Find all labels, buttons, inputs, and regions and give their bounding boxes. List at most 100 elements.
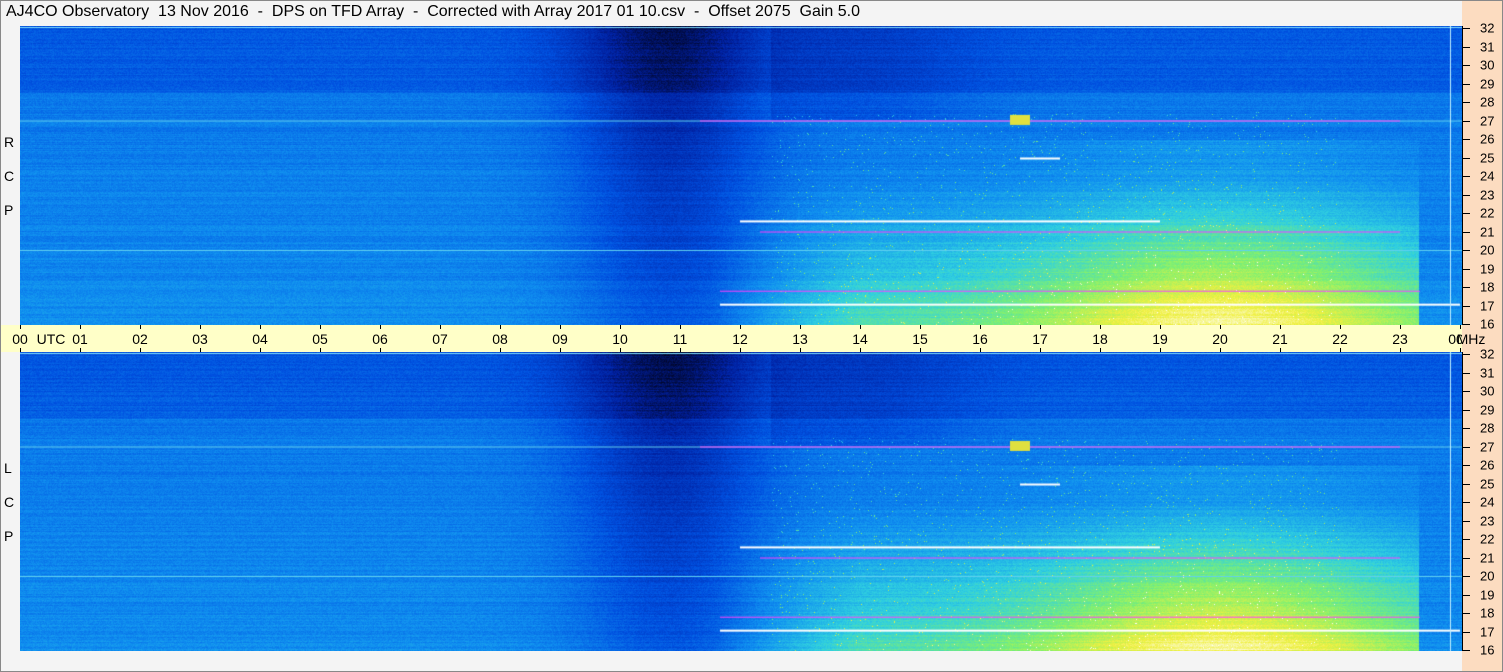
time-tick (1400, 325, 1401, 329)
time-tick (380, 348, 381, 352)
time-tick (260, 348, 261, 352)
frequency-tick-label: 21 (1480, 224, 1495, 239)
frequency-tick (1462, 428, 1470, 429)
time-tick (1280, 348, 1281, 352)
frequency-tick-label: 29 (1480, 76, 1495, 91)
label-letter: L (4, 460, 12, 476)
time-tick (500, 348, 501, 352)
frequency-tick-label: 25 (1480, 476, 1495, 491)
time-tick-label: 21 (1272, 331, 1288, 347)
frequency-tick-label: 16 (1480, 316, 1495, 332)
frequency-tick (1462, 28, 1470, 29)
time-tick-label: 14 (852, 331, 868, 347)
label-letter: C (4, 494, 15, 510)
frequency-tick (1462, 139, 1470, 140)
frequency-tick-label: 26 (1480, 131, 1495, 147)
time-tick (980, 348, 981, 352)
frequency-tick (1462, 176, 1470, 177)
frequency-tick (1462, 287, 1470, 288)
frequency-tick-label: 29 (1480, 402, 1495, 417)
frequency-tick (1462, 120, 1470, 122)
frequency-tick (1462, 102, 1470, 103)
time-tick (1460, 348, 1461, 352)
frequency-tick-label: 23 (1480, 513, 1495, 528)
time-tick (1100, 325, 1101, 329)
frequency-tick (1462, 631, 1470, 633)
time-tick (380, 325, 381, 329)
time-tick-label: 15 (912, 331, 928, 347)
time-tick-label: 18 (1092, 331, 1108, 347)
time-tick-label: 12 (732, 331, 748, 347)
frequency-tick (1462, 65, 1470, 66)
time-tick (680, 348, 681, 352)
frequency-tick-label: 19 (1480, 261, 1495, 276)
time-tick (80, 348, 81, 352)
frequency-tick-label: 30 (1480, 57, 1495, 73)
label-letter: C (4, 168, 15, 184)
time-tick (260, 325, 261, 329)
time-tick (620, 348, 621, 352)
frequency-tick (1462, 268, 1470, 270)
frequency-tick (1462, 650, 1470, 651)
frequency-tick-label: 22 (1480, 531, 1495, 547)
frequency-tick (1462, 372, 1470, 374)
time-axis: 00 01 02 03 04 05 06 07 08 09 10 11 12 13 14 15 16 17 18 19… (0, 325, 1464, 352)
frequency-tick (1462, 446, 1470, 448)
time-tick (440, 348, 441, 352)
frequency-tick (1462, 354, 1470, 355)
time-tick-label: 02 (132, 331, 148, 347)
frequency-tick (1462, 465, 1470, 466)
time-tick (860, 325, 861, 329)
frequency-tick (1462, 576, 1470, 577)
time-tick (560, 348, 561, 352)
time-tick (20, 348, 21, 352)
time-tick (320, 348, 321, 352)
time-tick (680, 325, 681, 329)
time-tick (1160, 348, 1161, 352)
time-tick-label: 07 (432, 331, 448, 347)
frequency-tick-label: 20 (1480, 242, 1495, 258)
frequency-tick (1462, 213, 1470, 214)
frequency-tick-label: 26 (1480, 457, 1495, 473)
frequency-tick-label: 28 (1480, 420, 1495, 436)
time-tick (920, 325, 921, 329)
frequency-tick-label: 31 (1480, 365, 1495, 380)
time-tick (1460, 325, 1461, 329)
utc-unit-label: UTC (36, 331, 66, 347)
time-tick (620, 325, 621, 329)
time-tick (140, 325, 141, 329)
label-letter: P (4, 528, 14, 544)
frequency-tick (1462, 194, 1470, 196)
time-tick-label: 20 (1212, 331, 1228, 347)
time-tick-label: 23 (1392, 331, 1408, 347)
frequency-tick-label: 20 (1480, 568, 1495, 584)
frequency-tick-label: 24 (1480, 494, 1495, 510)
time-tick-label: 06 (372, 331, 388, 347)
frequency-tick-label: 27 (1480, 113, 1495, 128)
time-tick (1160, 325, 1161, 329)
frequency-tick-label: 28 (1480, 94, 1495, 110)
time-tick (1220, 325, 1221, 329)
time-tick (1040, 325, 1041, 329)
time-tick-label: 01 (72, 331, 88, 347)
rcp-spectrogram (20, 26, 1462, 325)
frequency-tick (1462, 46, 1470, 48)
frequency-tick (1462, 557, 1470, 559)
lcp-label: L C P (0, 352, 20, 651)
time-tick (980, 325, 981, 329)
frequency-tick-label: 25 (1480, 150, 1495, 165)
time-tick (860, 348, 861, 352)
label-letter: R (4, 134, 15, 150)
time-tick (740, 325, 741, 329)
time-tick-label: 10 (612, 331, 628, 347)
time-tick (560, 325, 561, 329)
frequency-tick (1462, 483, 1470, 485)
time-tick (1040, 348, 1041, 352)
frequency-tick-label: 24 (1480, 168, 1495, 184)
time-tick (500, 325, 501, 329)
frequency-tick-label: 30 (1480, 383, 1495, 399)
frequency-tick-label: 32 (1480, 20, 1495, 36)
frequency-tick-label: 31 (1480, 39, 1495, 54)
time-tick-label: 19 (1152, 331, 1168, 347)
frequency-tick (1462, 502, 1470, 503)
